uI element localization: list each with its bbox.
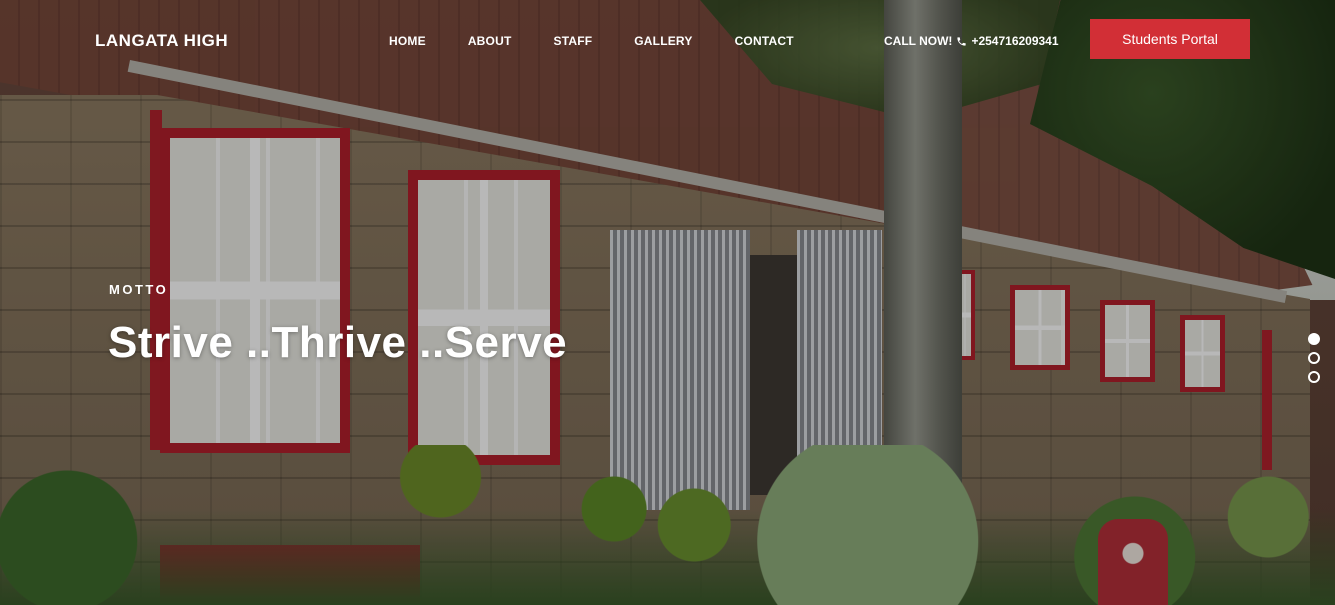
hero-dark-overlay: [0, 0, 1335, 605]
slider-dot-2[interactable]: [1308, 352, 1320, 364]
motto-eyebrow: MOTTO: [109, 282, 169, 297]
hero-section: LANGATA HIGH HOME ABOUT STAFF GALLERY CO…: [0, 0, 1335, 605]
nav-staff[interactable]: STAFF: [553, 34, 592, 48]
slider-dots: [1308, 333, 1320, 383]
slider-dot-1[interactable]: [1308, 333, 1320, 345]
nav-home[interactable]: HOME: [389, 34, 426, 48]
call-label: CALL NOW!: [884, 34, 953, 48]
nav-contact[interactable]: CONTACT: [735, 34, 794, 48]
slider-dot-3[interactable]: [1308, 371, 1320, 383]
brand-logo[interactable]: LANGATA HIGH: [95, 31, 228, 51]
students-portal-button[interactable]: Students Portal: [1090, 19, 1250, 59]
nav-gallery[interactable]: GALLERY: [634, 34, 692, 48]
main-menu: HOME ABOUT STAFF GALLERY CONTACT: [389, 34, 836, 48]
phone-icon: [957, 36, 967, 46]
phone-number: +254716209341: [971, 34, 1059, 48]
nav-about[interactable]: ABOUT: [468, 34, 512, 48]
top-navbar: LANGATA HIGH HOME ABOUT STAFF GALLERY CO…: [0, 0, 1335, 80]
call-now[interactable]: CALL NOW! +254716209341: [884, 34, 1059, 48]
hero-headline: Strive ..Thrive ..Serve: [108, 318, 568, 367]
